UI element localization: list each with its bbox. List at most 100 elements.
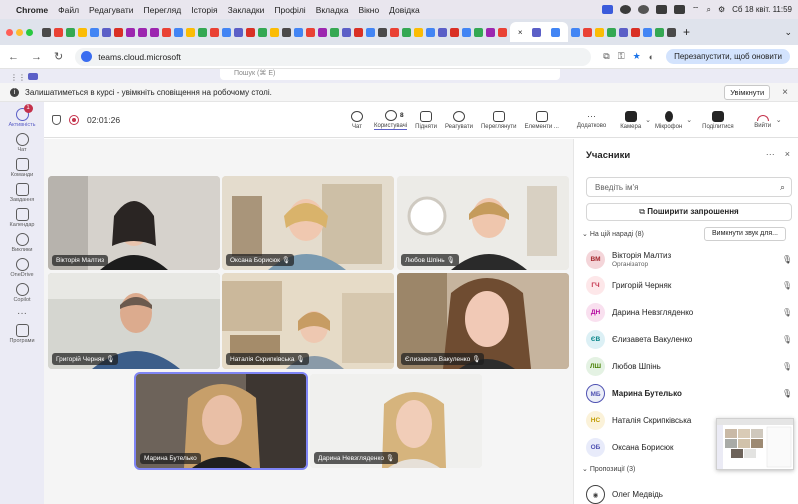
- url-omnibox[interactable]: teams.cloud.microsoft: [75, 47, 592, 66]
- video-tile[interactable]: Любов Шпінь 🎙: [397, 176, 569, 270]
- participant-row-self[interactable]: МБ Марина Бутелько 🎙: [586, 381, 792, 405]
- teams-search-input[interactable]: Пошук (⌘ E): [220, 69, 560, 80]
- mic-options-chevron-icon[interactable]: ⌄: [686, 116, 692, 124]
- rail-item-activity[interactable]: 1 Активність: [0, 104, 44, 128]
- tab-favicon[interactable]: [246, 27, 255, 37]
- battery-icon[interactable]: [655, 5, 667, 14]
- tab-favicon[interactable]: [42, 27, 51, 37]
- suggestions-section-header[interactable]: ⌄ Пропозиції (3): [582, 465, 635, 473]
- rail-more-icon[interactable]: ···: [17, 308, 27, 319]
- mute-all-button[interactable]: Вимкнути звук для...: [704, 227, 786, 241]
- tab-favicon[interactable]: [126, 27, 135, 37]
- tab-favicon[interactable]: [234, 27, 243, 37]
- tab-favicon[interactable]: [366, 27, 375, 37]
- tab-favicon[interactable]: [150, 27, 159, 37]
- url-text[interactable]: teams.cloud.microsoft: [98, 52, 181, 62]
- participant-row[interactable]: ГЧ Григорій Черняк 🎙: [586, 273, 792, 297]
- menu-edit[interactable]: Редагувати: [89, 5, 133, 15]
- apps-button[interactable]: Елементи ...: [521, 104, 563, 136]
- restart-to-update-button[interactable]: Перезапустити, щоб оновити: [666, 49, 790, 64]
- forward-arrow-icon[interactable]: →: [31, 51, 42, 63]
- chat-button[interactable]: Чат: [344, 104, 370, 136]
- tab-favicon[interactable]: [306, 27, 315, 37]
- rail-item-onedrive[interactable]: OneDrive: [0, 258, 44, 278]
- status-app-icon[interactable]: [619, 5, 631, 14]
- menu-history[interactable]: Історія: [191, 5, 217, 15]
- tab-favicon[interactable]: [498, 27, 507, 37]
- tab-favicon[interactable]: [378, 27, 387, 37]
- in-meeting-section-header[interactable]: ⌄ На цій нараді (8): [582, 230, 644, 238]
- tab-favicon[interactable]: [402, 27, 411, 37]
- tab-favicon[interactable]: [486, 27, 495, 37]
- tab-favicon[interactable]: [54, 27, 63, 37]
- enable-notifications-button[interactable]: Увімкнути: [724, 84, 771, 100]
- tab-favicon[interactable]: [414, 27, 423, 37]
- tab-search-chevron-icon[interactable]: ⌄: [784, 27, 792, 38]
- rail-item-teams[interactable]: Команди: [0, 158, 44, 178]
- menu-view[interactable]: Перегляд: [144, 5, 182, 15]
- zoom-window-button[interactable]: [26, 28, 33, 36]
- video-tile[interactable]: Дарина Невзгляденко 🎙: [310, 374, 482, 468]
- participant-row[interactable]: ДН Дарина Невзгляденко 🎙: [586, 300, 792, 324]
- tab-favicon[interactable]: [342, 27, 351, 37]
- tab-favicon[interactable]: [174, 27, 183, 37]
- menu-bookmarks[interactable]: Закладки: [228, 5, 265, 15]
- people-button[interactable]: 8 Користувачі: [370, 104, 411, 136]
- tab-favicon[interactable]: [282, 27, 291, 37]
- wifi-icon[interactable]: ⌔: [692, 5, 700, 15]
- video-tile[interactable]: Наталія Скрипківська 🎙: [222, 273, 394, 369]
- video-tile[interactable]: Григорій Черняк 🎙: [48, 273, 220, 369]
- tab-favicon[interactable]: [426, 27, 435, 37]
- tab-favicon[interactable]: [619, 27, 628, 37]
- profile-avatar-icon[interactable]: ◐: [649, 52, 654, 62]
- view-button[interactable]: Переглянути: [477, 104, 521, 136]
- close-banner-icon[interactable]: ×: [782, 87, 788, 98]
- tab-favicon[interactable]: [438, 27, 447, 37]
- search-icon[interactable]: ⌕: [706, 5, 710, 15]
- tab-favicon[interactable]: [222, 27, 231, 37]
- video-tile-active-speaker[interactable]: Марина Бутелько: [134, 372, 308, 470]
- rail-item-apps[interactable]: Програми: [0, 324, 44, 344]
- minimize-window-button[interactable]: [16, 28, 23, 36]
- tab-favicon[interactable]: [643, 27, 652, 37]
- tab-close-icon[interactable]: ×: [518, 28, 523, 37]
- rail-item-chat[interactable]: Чат: [0, 133, 44, 153]
- menu-tab[interactable]: Вкладка: [316, 5, 349, 15]
- back-arrow-icon[interactable]: ←: [8, 51, 19, 63]
- tab-favicon[interactable]: [114, 27, 123, 37]
- tab-favicon[interactable]: [631, 27, 640, 37]
- tab-favicon[interactable]: [571, 27, 580, 37]
- close-panel-icon[interactable]: ×: [785, 149, 790, 159]
- active-tab[interactable]: ×: [510, 22, 568, 42]
- tab-favicon[interactable]: [607, 27, 616, 37]
- status-app-icon[interactable]: [601, 5, 613, 14]
- tab-favicon[interactable]: [450, 27, 459, 37]
- share-invite-button[interactable]: ⧉ Поширити запрошення: [586, 203, 792, 221]
- tab-favicon[interactable]: [595, 27, 604, 37]
- app-launcher-icon[interactable]: ⋮⋮: [10, 73, 26, 82]
- status-app-icon[interactable]: [637, 5, 649, 14]
- tab-favicon[interactable]: [162, 27, 171, 37]
- tab-favicon[interactable]: [474, 27, 483, 37]
- participant-row[interactable]: ВМ Вікторія Малтиз Організатор 🎙: [586, 247, 792, 271]
- tab-favicon[interactable]: [462, 27, 471, 37]
- participant-row[interactable]: ЄВ Єлизавета Вакуленко 🎙: [586, 327, 792, 351]
- rail-item-calendar[interactable]: Календар: [0, 208, 44, 228]
- tab-favicon[interactable]: [102, 27, 111, 37]
- leave-options-chevron-icon[interactable]: ⌄: [776, 116, 782, 124]
- tab-favicon[interactable]: [390, 27, 399, 37]
- password-key-icon[interactable]: ⚿: [618, 51, 625, 62]
- tab-favicon[interactable]: [354, 27, 363, 37]
- menu-clock[interactable]: Сб 18 квіт. 11:59: [732, 5, 792, 14]
- bookmark-star-icon[interactable]: ★: [633, 51, 641, 62]
- menu-app-name[interactable]: Chrome: [16, 5, 48, 15]
- participant-search-input[interactable]: Введіть ім'я ⌕: [586, 177, 792, 197]
- tab-favicon[interactable]: [330, 27, 339, 37]
- shield-icon[interactable]: [52, 114, 61, 125]
- tab-favicon[interactable]: [294, 27, 303, 37]
- tab-favicon[interactable]: [138, 27, 147, 37]
- video-tile[interactable]: Оксана Борисюк 🎙: [222, 176, 394, 270]
- control-center-icon[interactable]: ⚙: [718, 5, 725, 14]
- menu-profiles[interactable]: Профілі: [274, 5, 305, 15]
- tab-favicon[interactable]: [583, 27, 592, 37]
